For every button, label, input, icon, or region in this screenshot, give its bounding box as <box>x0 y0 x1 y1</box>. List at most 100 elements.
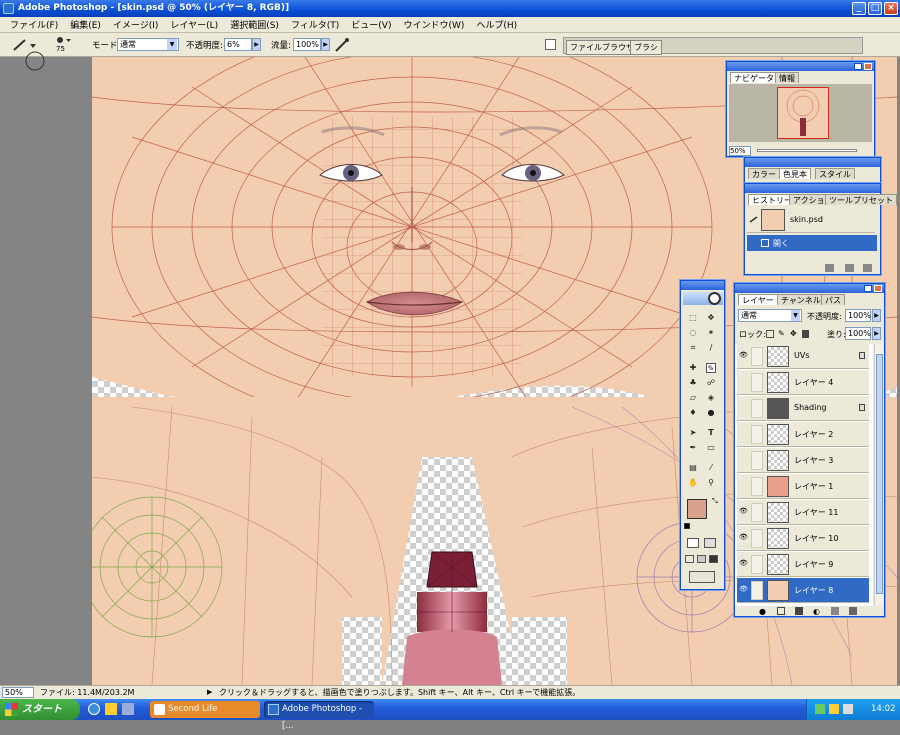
new-document-from-state-icon[interactable] <box>825 264 834 272</box>
task-photoshop[interactable]: Adobe Photoshop - [... <box>264 701 374 731</box>
layer-fill-input[interactable]: 100% <box>845 327 871 340</box>
lock-all-icon[interactable] <box>802 330 809 338</box>
notes-tool-icon[interactable]: ▤ <box>688 463 698 473</box>
tray-network-icon[interactable] <box>815 704 825 714</box>
layer-link-cell[interactable] <box>751 581 763 600</box>
menu-edit[interactable]: 編集(E) <box>64 18 107 31</box>
navigator-panel-titlebar[interactable] <box>727 62 874 71</box>
status-file-info[interactable]: ファイル: 11.4M/203.2M <box>40 686 134 699</box>
layers-panel-titlebar[interactable] <box>735 284 884 293</box>
trash-icon[interactable] <box>863 264 872 272</box>
tab-file-browser[interactable]: ファイルブラウザ <box>566 40 638 55</box>
tab-brushes[interactable]: ブラシ <box>630 40 662 55</box>
layer-style-icon[interactable]: ● <box>759 607 766 616</box>
layer-opacity-arrow-icon[interactable]: ▶ <box>872 309 881 322</box>
tab-swatches[interactable]: 色見本 <box>779 168 811 179</box>
brush-tool-icon[interactable]: ✎ <box>706 363 716 373</box>
menu-filter[interactable]: フィルタ(T) <box>285 18 345 31</box>
default-colors-icon[interactable] <box>684 523 690 529</box>
layer-row[interactable]: 👁 レイヤー 9 <box>737 552 869 577</box>
swap-colors-icon[interactable]: ⤡ <box>712 497 718 506</box>
magic-wand-tool-icon[interactable]: ✶ <box>706 328 716 338</box>
shape-tool-icon[interactable]: ▭ <box>706 443 716 453</box>
layers-scrollbar[interactable] <box>874 344 883 606</box>
tray-security-icon[interactable] <box>829 704 839 714</box>
layer-row[interactable]: 👁 レイヤー 10 <box>737 526 869 551</box>
navigator-minimize-icon[interactable] <box>854 63 862 70</box>
start-button[interactable]: スタート <box>0 699 80 720</box>
layer-link-cell[interactable] <box>751 529 763 548</box>
history-state[interactable]: 開く <box>747 235 877 251</box>
layer-link-cell[interactable] <box>751 555 763 574</box>
navigator-view-box[interactable] <box>777 87 829 139</box>
new-snapshot-icon[interactable] <box>845 264 854 272</box>
swatches-panel-titlebar[interactable] <box>745 158 880 167</box>
history-snapshot[interactable]: skin.psd <box>747 207 875 233</box>
menu-image[interactable]: イメージ(I) <box>107 18 165 31</box>
layer-link-cell[interactable] <box>751 399 763 418</box>
hand-tool-icon[interactable]: ✋ <box>688 478 698 488</box>
navigator-close-icon[interactable] <box>864 63 872 70</box>
new-layer-icon[interactable] <box>831 607 839 615</box>
type-tool-icon[interactable]: T <box>706 428 716 438</box>
layer-blend-mode-select[interactable]: 通常 ▼ <box>738 309 802 322</box>
layer-link-cell[interactable] <box>751 503 763 522</box>
folder-quicklaunch-icon[interactable] <box>105 703 117 715</box>
tab-color[interactable]: カラー <box>748 168 780 179</box>
quick-mask-icon[interactable] <box>704 538 716 548</box>
toolbox-titlebar[interactable] <box>681 281 724 290</box>
palette-well-icon[interactable] <box>545 39 556 50</box>
layer-row[interactable]: 👁 レイヤー 11 <box>737 500 869 525</box>
screen-mode-standard-icon[interactable] <box>685 555 694 563</box>
menu-view[interactable]: ビュー(V) <box>345 18 397 31</box>
layer-link-cell[interactable] <box>751 451 763 470</box>
tray-clock[interactable]: 14:02 <box>871 699 896 720</box>
blur-tool-icon[interactable]: ♦ <box>688 408 698 418</box>
move-tool-icon[interactable]: ✥ <box>706 313 716 323</box>
history-brush-tool-icon[interactable]: ☍ <box>706 378 716 388</box>
close-button[interactable]: × <box>884 2 898 15</box>
desktop-quicklaunch-icon[interactable] <box>122 703 134 715</box>
jump-to-imageready-button[interactable] <box>689 571 715 583</box>
layer-row[interactable]: レイヤー 3 <box>737 448 869 473</box>
slice-tool-icon[interactable]: ∕ <box>706 343 716 353</box>
eye-logo-icon[interactable] <box>708 292 721 305</box>
pen-tool-icon[interactable]: ✒ <box>688 443 698 453</box>
menu-layer[interactable]: レイヤー(L) <box>164 18 224 31</box>
eraser-tool-icon[interactable]: ▱ <box>688 393 698 403</box>
standard-mode-icon[interactable] <box>687 538 699 548</box>
layer-mask-icon[interactable] <box>777 607 785 615</box>
adjustment-layer-icon[interactable]: ◐ <box>813 607 820 616</box>
lock-transparency-icon[interactable] <box>766 330 774 338</box>
tab-info[interactable]: 情報 <box>775 72 799 83</box>
screen-mode-menu-icon[interactable] <box>697 555 706 563</box>
eye-icon[interactable]: 👁 <box>739 534 748 541</box>
paint-bucket-tool-icon[interactable]: ◈ <box>706 393 716 403</box>
layers-minimize-icon[interactable] <box>864 285 872 292</box>
task-second-life[interactable]: Second Life <box>150 701 260 718</box>
tab-paths[interactable]: パス <box>821 294 845 305</box>
layer-link-cell[interactable] <box>751 373 763 392</box>
lock-image-icon[interactable]: ✎ <box>778 329 785 338</box>
navigator-preview[interactable] <box>729 84 872 142</box>
layer-row-selected[interactable]: 👁 レイヤー 8 <box>737 578 869 603</box>
eye-icon[interactable]: 👁 <box>739 352 748 359</box>
maximize-button[interactable]: □ <box>868 2 882 15</box>
minimize-button[interactable]: _ <box>852 2 866 15</box>
path-selection-tool-icon[interactable]: ➤ <box>688 428 698 438</box>
mode-select[interactable]: 通常 ▼ <box>117 38 179 51</box>
layer-link-cell[interactable] <box>751 347 763 366</box>
layer-row[interactable]: レイヤー 2 <box>737 422 869 447</box>
tab-channels[interactable]: チャンネル <box>777 294 825 305</box>
layer-row[interactable]: 👁 UVs <box>737 344 869 369</box>
menu-file[interactable]: ファイル(F) <box>4 18 64 31</box>
layer-row[interactable]: レイヤー 4 <box>737 370 869 395</box>
tray-volume-icon[interactable] <box>843 704 853 714</box>
layers-close-icon[interactable] <box>874 285 882 292</box>
tab-navigator[interactable]: ナビゲータ <box>730 72 778 83</box>
layer-link-cell[interactable] <box>751 425 763 444</box>
foreground-color-swatch[interactable] <box>687 499 707 519</box>
navigator-zoom-slider[interactable] <box>757 149 857 152</box>
menu-window[interactable]: ウインドウ(W) <box>397 18 470 31</box>
tab-styles[interactable]: スタイル <box>815 168 855 179</box>
